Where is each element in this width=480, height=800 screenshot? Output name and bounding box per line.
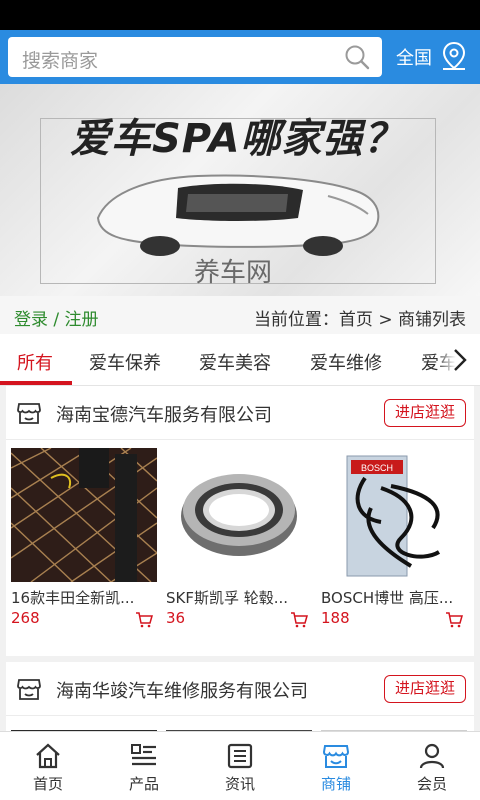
cart-icon[interactable] — [445, 612, 463, 628]
tab-car-repair[interactable]: 爱车维修 — [310, 349, 382, 375]
store-icon — [17, 403, 41, 424]
product-name[interactable]: BOSCH博世 高压... — [321, 587, 467, 608]
nav-stores[interactable]: 商铺 — [288, 732, 384, 800]
product-price: 268 — [11, 609, 40, 627]
promo-banner[interactable]: 爱车SPA哪家强？ 养车网 — [0, 84, 480, 296]
shop-card: 海南宝德汽车服务有限公司 进店逛逛 16款丰田全新凯... 268 SKF斯凯孚… — [6, 386, 474, 656]
active-tab-indicator — [0, 381, 72, 385]
store-icon — [17, 679, 41, 700]
shop-header[interactable]: 海南华竣汽车维修服务有限公司 进店逛逛 — [6, 662, 474, 716]
region-label[interactable]: 全国 — [396, 44, 432, 70]
shop-name[interactable]: 海南华竣汽车维修服务有限公司 — [56, 677, 308, 703]
enter-shop-button[interactable]: 进店逛逛 — [384, 399, 466, 427]
banner-title: 爱车SPA哪家强？ — [70, 116, 405, 162]
tab-car-beauty[interactable]: 爱车美容 — [199, 349, 271, 375]
tab-all[interactable]: 所有 — [17, 349, 53, 375]
product-image[interactable] — [11, 448, 157, 582]
top-bar: 搜索商家 全国 — [0, 30, 480, 84]
product-image[interactable] — [166, 448, 312, 582]
banner-subtitle: 养车网 — [194, 258, 273, 288]
tab-car-maintenance[interactable]: 爱车保养 — [89, 349, 161, 375]
list-icon — [131, 744, 156, 766]
nav-label: 产品 — [128, 775, 159, 793]
product-name[interactable]: SKF斯凯孚 轮毂... — [166, 587, 312, 608]
shop-header[interactable]: 海南宝德汽车服务有限公司 进店逛逛 — [6, 386, 474, 440]
search-placeholder: 搜索商家 — [22, 50, 99, 72]
tabs-scroll-right[interactable] — [440, 334, 480, 385]
location-bar: 登录 / 注册 当前位置：首页 > 商铺列表 — [0, 296, 480, 334]
cart-icon[interactable] — [135, 612, 153, 628]
app-root: 搜索商家 全国 爱车SPA哪家强？ 养车网 登录 / 注册 当前位置：首页 > … — [0, 0, 480, 800]
search-input[interactable]: 搜索商家 — [8, 37, 382, 77]
category-tabs: 所有 爱车保养 爱车美容 爱车维修 爱车 — [0, 334, 480, 386]
car-illustration — [96, 174, 380, 256]
breadcrumb: 当前位置：首页 > 商铺列表 — [253, 310, 466, 330]
user-icon — [419, 743, 445, 769]
shop-card: 海南华竣汽车维修服务有限公司 进店逛逛 — [6, 662, 474, 742]
search-icon[interactable] — [344, 44, 370, 70]
store-icon — [322, 745, 350, 768]
nav-label: 资讯 — [224, 775, 255, 793]
news-icon — [227, 743, 253, 769]
chevron-right-icon[interactable] — [452, 348, 468, 372]
product-name[interactable]: 16款丰田全新凯... — [11, 587, 157, 608]
nav-news[interactable]: 资讯 — [192, 732, 288, 800]
nav-home[interactable]: 首页 — [0, 732, 96, 800]
nav-member[interactable]: 会员 — [384, 732, 480, 800]
nav-products[interactable]: 产品 — [96, 732, 192, 800]
product-price: 188 — [321, 609, 350, 627]
product-image[interactable]: BOSCH — [321, 448, 467, 582]
shop-name[interactable]: 海南宝德汽车服务有限公司 — [56, 401, 272, 427]
bottom-nav: 首页 产品 资讯 商铺 会员 — [0, 731, 480, 800]
nav-label: 会员 — [416, 775, 447, 793]
cart-icon[interactable] — [290, 612, 308, 628]
product-price: 36 — [166, 609, 186, 627]
nav-label: 首页 — [32, 775, 63, 793]
nav-label: 商铺 — [320, 775, 351, 793]
location-pin-icon[interactable] — [441, 41, 467, 71]
login-register-link[interactable]: 登录 / 注册 — [14, 305, 99, 330]
bosch-logo-text: BOSCH — [361, 463, 393, 473]
enter-shop-button[interactable]: 进店逛逛 — [384, 675, 466, 703]
status-bar — [0, 0, 480, 30]
home-icon — [36, 743, 60, 769]
